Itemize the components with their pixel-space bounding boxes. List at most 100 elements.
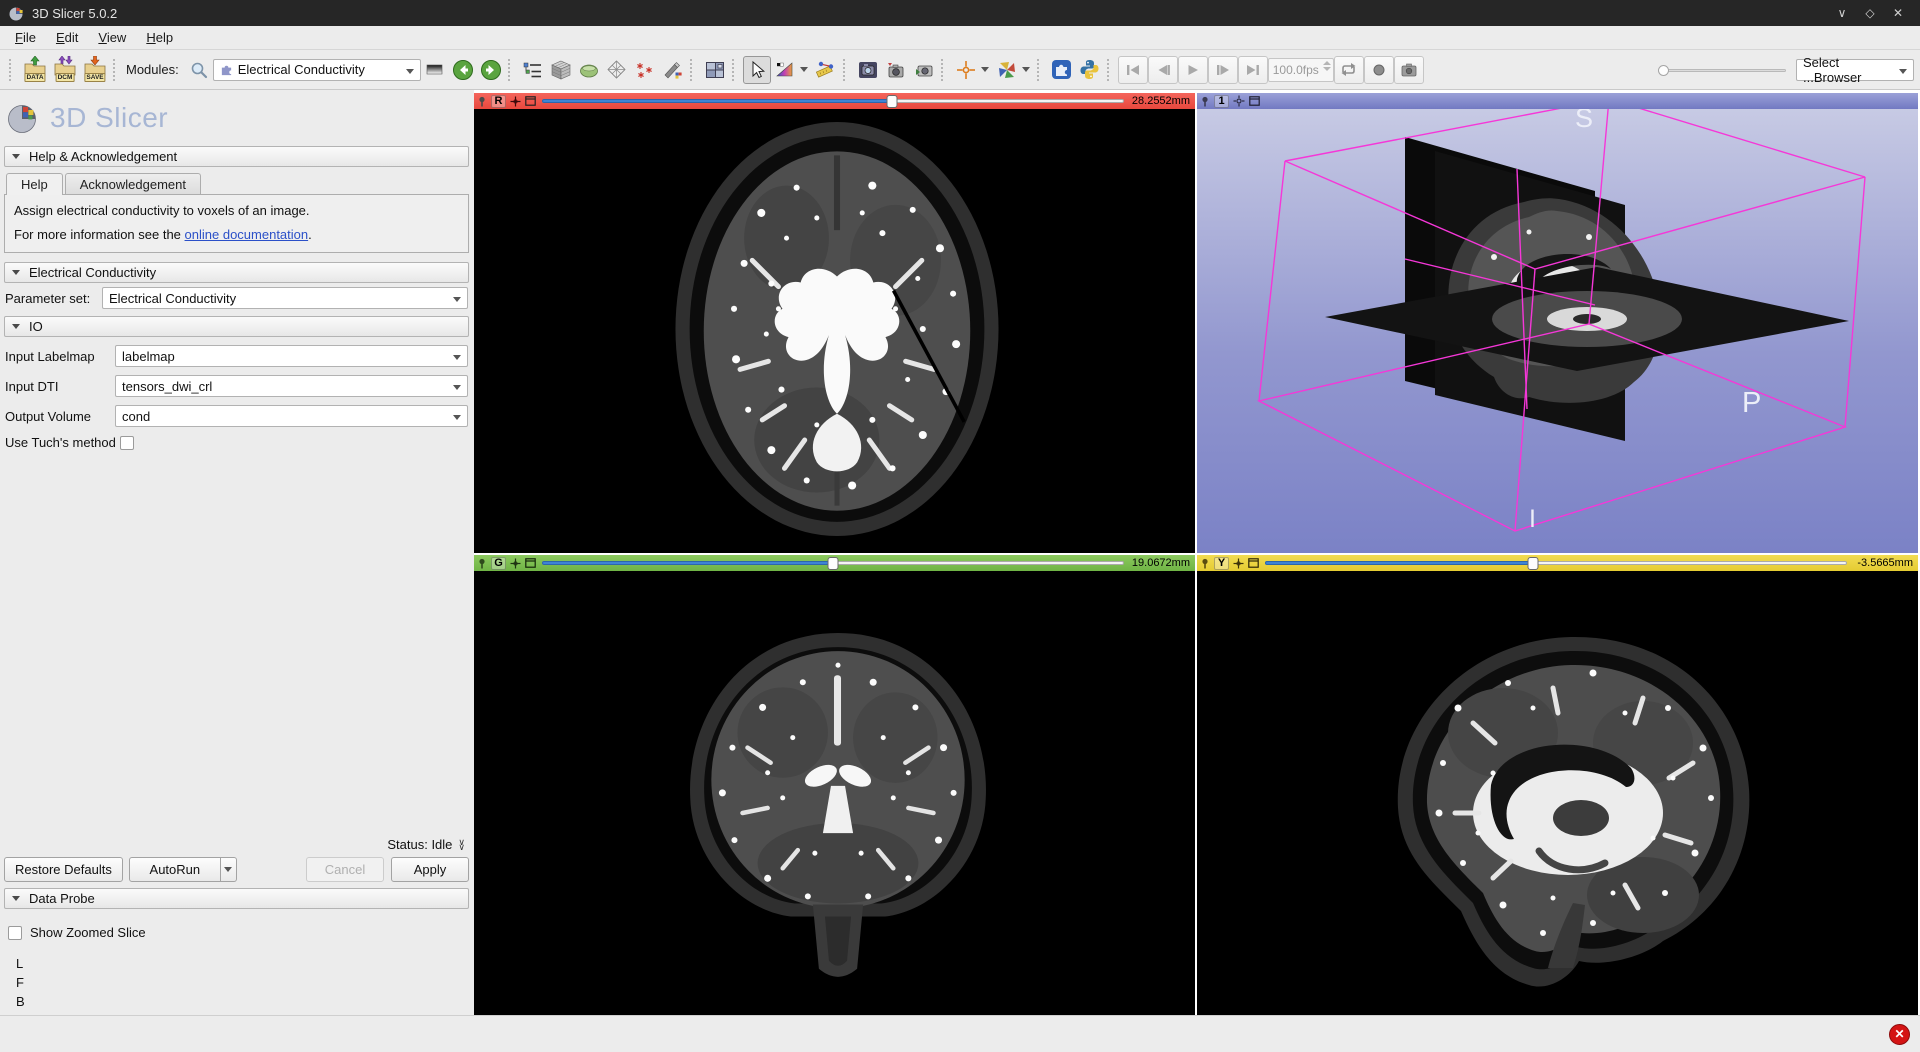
load-dicom-button[interactable]: DCM — [50, 56, 80, 84]
scene-view-capture-button[interactable] — [882, 56, 910, 84]
green-view-label[interactable]: G — [491, 557, 506, 570]
pin-icon[interactable] — [1200, 96, 1210, 107]
autorun-button[interactable]: AutoRun — [129, 857, 221, 882]
sequence-last-frame-button[interactable] — [1238, 56, 1268, 84]
menu-view[interactable]: View — [89, 28, 135, 47]
fiducial-toggle-icon[interactable] — [510, 558, 521, 569]
view-menu-icon[interactable] — [1249, 96, 1260, 106]
yellow-slice-slider[interactable] — [1263, 556, 1849, 570]
load-data-button[interactable]: DATA — [20, 56, 50, 84]
python-console-button[interactable] — [1076, 56, 1104, 84]
module-history-button[interactable] — [421, 56, 449, 84]
fps-spin-arrows-icon[interactable] — [1323, 61, 1331, 71]
status-collapse-icon[interactable]: ∨∨ — [458, 840, 465, 850]
red-slice-slider-handle[interactable] — [886, 95, 897, 108]
extensions-manager-button[interactable] — [1048, 56, 1076, 84]
favorite-data-module-button[interactable] — [519, 56, 547, 84]
sequence-play-button[interactable] — [1178, 56, 1208, 84]
sequence-loop-button[interactable] — [1334, 56, 1364, 84]
tuch-method-checkbox[interactable] — [120, 436, 134, 450]
subject-hierarchy-icon — [523, 61, 542, 79]
save-button[interactable]: SAVE — [80, 56, 110, 84]
sequence-record-button[interactable] — [1364, 56, 1394, 84]
output-volume-selector[interactable]: cond — [115, 405, 468, 427]
yellow-view-label[interactable]: Y — [1214, 557, 1229, 570]
apply-button[interactable]: Apply — [391, 857, 469, 882]
menu-help[interactable]: Help — [137, 28, 182, 47]
input-dti-selector[interactable]: tensors_dwi_crl — [115, 375, 468, 397]
sequence-seek-handle[interactable] — [1658, 65, 1669, 76]
crosshair-button[interactable] — [952, 56, 980, 84]
view-menu-icon[interactable] — [525, 96, 536, 106]
tab-acknowledgement[interactable]: Acknowledgement — [65, 173, 201, 195]
menu-edit[interactable]: Edit — [47, 28, 87, 47]
slice-intersections-button[interactable] — [993, 56, 1021, 84]
input-labelmap-selector[interactable]: labelmap — [115, 345, 468, 367]
axial-brain-image — [665, 117, 1009, 541]
module-back-button[interactable] — [449, 56, 477, 84]
pointer-mode-button[interactable] — [743, 56, 771, 84]
view-menu-icon[interactable] — [1248, 558, 1259, 568]
red-view-label[interactable]: R — [491, 95, 506, 108]
fiducial-toggle-icon[interactable] — [510, 96, 521, 107]
sequence-seek-slider[interactable] — [1658, 62, 1786, 78]
threed-canvas[interactable]: S P I — [1197, 109, 1918, 553]
window-level-button[interactable] — [771, 56, 799, 84]
threed-view-label[interactable]: 1 — [1214, 95, 1229, 108]
scene-view-restore-button[interactable] — [910, 56, 938, 84]
tab-help[interactable]: Help — [6, 173, 63, 195]
place-markups-button[interactable] — [812, 56, 840, 84]
green-slice-canvas[interactable] — [474, 571, 1195, 1015]
module-section-header[interactable]: Electrical Conductivity — [4, 262, 469, 283]
help-section-header[interactable]: Help & Acknowledgement — [4, 146, 469, 167]
green-slice-slider-handle[interactable] — [828, 557, 839, 570]
slice-intersections-caret-icon[interactable] — [1022, 67, 1030, 72]
minimize-button[interactable]: ∨ — [1828, 6, 1856, 20]
module-forward-button[interactable] — [477, 56, 505, 84]
module-search-button[interactable] — [185, 56, 213, 84]
close-button[interactable]: ✕ — [1884, 6, 1912, 20]
favorite-annotations-module-button[interactable] — [659, 56, 687, 84]
module-selector[interactable]: Electrical Conductivity — [213, 59, 421, 81]
pin-icon[interactable] — [477, 558, 487, 569]
maximize-button[interactable]: ◇ — [1856, 6, 1884, 20]
show-zoomed-slice-checkbox[interactable] — [8, 926, 22, 940]
search-icon — [190, 61, 208, 79]
extensions-icon — [1051, 59, 1072, 80]
favorite-transforms-module-button[interactable] — [603, 56, 631, 84]
center-view-icon[interactable] — [1233, 95, 1245, 107]
window-title: 3D Slicer 5.0.2 — [32, 6, 117, 21]
pin-icon[interactable] — [477, 96, 487, 107]
favorite-models-module-button[interactable] — [575, 56, 603, 84]
yellow-slice-slider-handle[interactable] — [1527, 557, 1538, 570]
cancel-button[interactable]: Cancel — [306, 857, 384, 882]
sequence-snapshot-button[interactable] — [1394, 56, 1424, 84]
online-documentation-link[interactable]: online documentation — [185, 227, 309, 242]
pin-icon[interactable] — [1200, 558, 1210, 569]
layout-selector-button[interactable] — [701, 56, 729, 84]
capture-screenshot-button[interactable] — [854, 56, 882, 84]
sequence-fps-spinbox[interactable]: 100.0fps — [1268, 58, 1334, 82]
sequence-first-frame-button[interactable] — [1118, 56, 1148, 84]
sequence-browser-selector[interactable]: Select ...Browser — [1796, 59, 1914, 81]
window-level-caret-icon[interactable] — [800, 67, 808, 72]
view-menu-icon[interactable] — [525, 558, 536, 568]
parameter-set-selector[interactable]: Electrical Conductivity — [102, 287, 468, 309]
restore-defaults-button[interactable]: Restore Defaults — [4, 857, 123, 882]
green-slice-slider[interactable] — [540, 556, 1126, 570]
status-row: Status: Idle ∨∨ — [8, 837, 465, 852]
io-section-header[interactable]: IO — [4, 316, 469, 337]
sequence-prev-frame-button[interactable] — [1148, 56, 1178, 84]
menu-file[interactable]: File — [6, 28, 45, 47]
favorite-markups-module-button[interactable] — [631, 56, 659, 84]
red-slice-slider[interactable] — [540, 94, 1126, 108]
favorite-volumes-module-button[interactable] — [547, 56, 575, 84]
error-log-button[interactable]: ✕ — [1889, 1024, 1910, 1045]
data-probe-header[interactable]: Data Probe — [4, 888, 469, 909]
autorun-dropdown[interactable] — [221, 857, 237, 882]
fiducial-toggle-icon[interactable] — [1233, 558, 1244, 569]
red-slice-canvas[interactable] — [474, 109, 1195, 553]
crosshair-caret-icon[interactable] — [981, 67, 989, 72]
sequence-next-frame-button[interactable] — [1208, 56, 1238, 84]
yellow-slice-canvas[interactable] — [1197, 571, 1918, 1015]
